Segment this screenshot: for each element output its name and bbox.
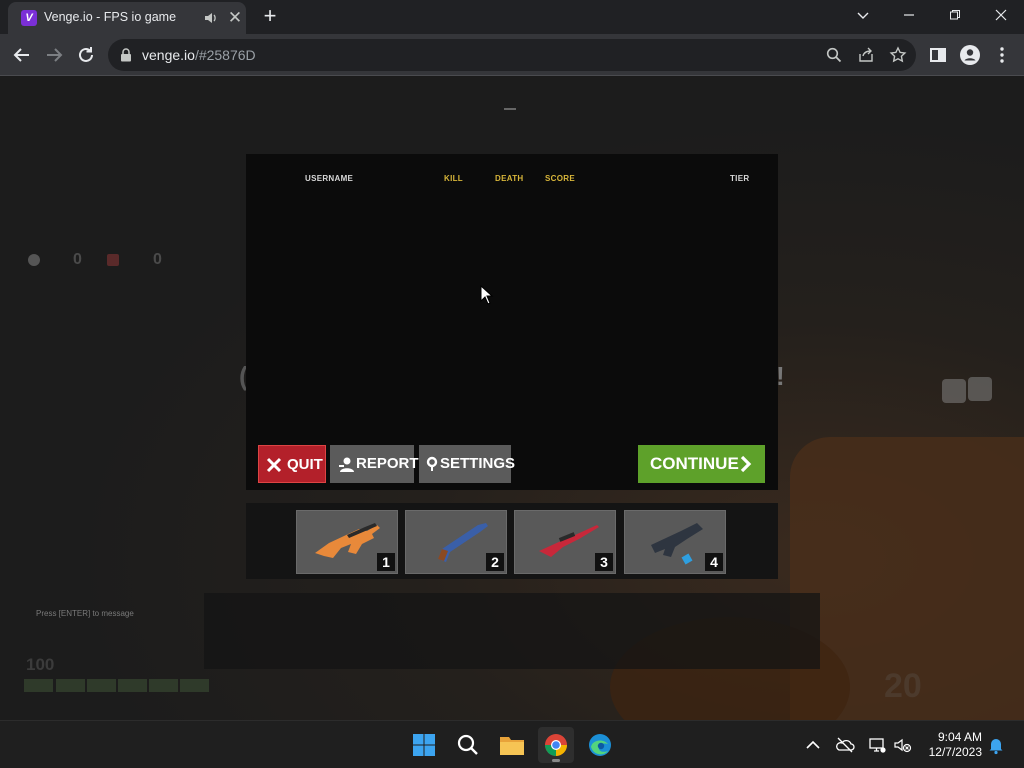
- minimize-button[interactable]: [886, 2, 932, 32]
- chevron-up-icon[interactable]: [803, 735, 823, 755]
- weapon-slot-4[interactable]: 4: [624, 510, 726, 574]
- column-kill-header: KILL: [444, 174, 463, 183]
- url-text[interactable]: venge.io/#25876D: [142, 47, 256, 63]
- browser-tab[interactable]: V Venge.io - FPS io game ✕: [8, 2, 246, 34]
- new-tab-button[interactable]: +: [257, 4, 283, 30]
- ability-bar-segment: [24, 679, 53, 692]
- column-tier-header: TIER: [730, 174, 750, 183]
- weapon-selector: 1 2 3 4: [246, 503, 778, 579]
- settings-button[interactable]: SETTINGS: [419, 445, 515, 483]
- ability-bar-segment: [87, 679, 116, 692]
- column-death-header: DEATH: [495, 174, 524, 183]
- weapon-slot-2[interactable]: 2: [405, 510, 507, 574]
- weapon-slot-number: 1: [377, 553, 395, 571]
- shotgun-icon: [438, 523, 488, 562]
- ammo-count: 20: [884, 667, 922, 705]
- continue-label: CONTINUE: [650, 454, 739, 473]
- address-bar[interactable]: venge.io/#25876D: [108, 39, 916, 71]
- reload-icon[interactable]: [73, 42, 99, 68]
- search-icon: [457, 734, 478, 755]
- volume-muted-icon[interactable]: [893, 735, 913, 755]
- quit-label: QUIT: [287, 456, 323, 473]
- edge-taskbar-button[interactable]: [582, 727, 618, 763]
- weapon-slot-number: 3: [595, 553, 613, 571]
- health-value: 100: [26, 655, 55, 674]
- column-username-header: USERNAME: [305, 174, 354, 183]
- audio-playing-icon[interactable]: [204, 10, 218, 26]
- network-icon[interactable]: [867, 735, 887, 755]
- quit-button[interactable]: QUIT: [258, 445, 326, 483]
- chevron-right-icon: [740, 455, 752, 473]
- column-score-header: SCORE: [545, 174, 575, 183]
- clock-date: 12/7/2023: [928, 745, 982, 759]
- forward-arrow-icon[interactable]: [41, 42, 67, 68]
- active-app-indicator: [552, 759, 560, 762]
- sniper-rifle-icon: [539, 525, 599, 557]
- folder-icon: [500, 737, 524, 755]
- weapon-slot-number: 2: [486, 553, 504, 571]
- search-button[interactable]: [450, 727, 486, 763]
- assault-rifle-icon: [315, 523, 380, 558]
- lock-icon[interactable]: [120, 48, 132, 62]
- back-arrow-icon[interactable]: [9, 42, 35, 68]
- tab-close-icon[interactable]: ✕: [226, 9, 244, 27]
- profile-avatar-icon[interactable]: [957, 42, 983, 68]
- chat-hint: Press [ENTER] to message: [36, 609, 134, 618]
- mouse-cursor-icon: [480, 285, 494, 305]
- background-dice-icon: [942, 377, 992, 403]
- report-user-icon: [339, 457, 354, 472]
- settings-label: SETTINGS: [440, 455, 516, 472]
- bookmark-star-icon[interactable]: [889, 46, 907, 64]
- side-panel-icon[interactable]: [925, 42, 951, 68]
- restore-button[interactable]: [932, 2, 978, 32]
- ability-bar-segment: [56, 679, 85, 692]
- tab-title: Venge.io - FPS io game: [44, 10, 177, 24]
- team-left-icon: [28, 254, 40, 266]
- ability-bar-segment: [118, 679, 147, 692]
- windows-taskbar: 9:04 AM 12/7/2023: [0, 720, 1024, 768]
- start-button[interactable]: [406, 727, 442, 763]
- edge-icon: [589, 734, 611, 756]
- system-clock[interactable]: 9:04 AM 12/7/2023: [918, 730, 982, 760]
- launcher-icon: [651, 523, 703, 565]
- chrome-icon: [545, 734, 567, 756]
- chat-panel[interactable]: [204, 593, 820, 669]
- url-host: venge.io: [142, 47, 195, 63]
- ability-bar-segment: [149, 679, 178, 692]
- scoreboard-panel: USERNAME KILL DEATH SCORE TIER QUIT REPO…: [246, 154, 778, 490]
- close-x-icon: [266, 457, 282, 473]
- weapon-slot-3[interactable]: 3: [514, 510, 616, 574]
- weapon-slot-number: 4: [705, 553, 723, 571]
- browser-tab-strip: V Venge.io - FPS io game ✕ +: [0, 0, 1024, 34]
- team-right-score: 0: [153, 251, 162, 268]
- menu-kebab-icon[interactable]: [989, 42, 1015, 68]
- weapon-slot-1[interactable]: 1: [296, 510, 398, 574]
- share-icon[interactable]: [857, 46, 875, 64]
- team-right-icon: [107, 254, 119, 266]
- notification-bell-icon[interactable]: [986, 735, 1006, 755]
- chrome-taskbar-button[interactable]: [538, 727, 574, 763]
- report-button[interactable]: REPORT: [330, 445, 419, 483]
- tab-search-chevron-icon[interactable]: [840, 2, 886, 32]
- url-path: /#25876D: [194, 47, 256, 63]
- file-explorer-button[interactable]: [494, 727, 530, 763]
- zoom-search-icon[interactable]: [825, 46, 843, 64]
- team-left-score: 0: [73, 251, 82, 268]
- ability-bar-segment: [180, 679, 209, 692]
- onedrive-cloud-icon[interactable]: [835, 735, 855, 755]
- close-window-button[interactable]: [978, 2, 1024, 32]
- game-canvas[interactable]: 0 0 ( ! Press [ENTER] to message 100 20 …: [0, 77, 1024, 720]
- windows-logo-icon: [413, 734, 435, 756]
- browser-toolbar: venge.io/#25876D: [0, 34, 1024, 76]
- clock-time: 9:04 AM: [937, 730, 982, 744]
- continue-button[interactable]: CONTINUE: [638, 445, 765, 483]
- venge-favicon-icon: V: [21, 10, 37, 26]
- crosshair-mark: [504, 108, 516, 110]
- report-label: REPORT: [356, 455, 419, 472]
